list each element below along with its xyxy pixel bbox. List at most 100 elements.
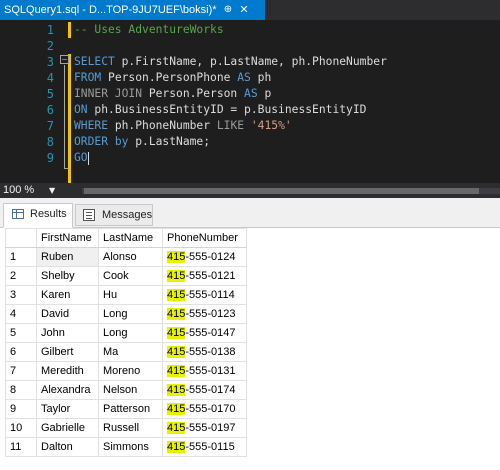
cell-phonenumber[interactable]: 415-555-0174 [162, 380, 247, 400]
match-highlight: 415 [167, 422, 186, 434]
line-number: 3 [46, 55, 54, 69]
match-highlight: 415 [167, 441, 186, 453]
zoom-level[interactable]: 100 % [3, 183, 34, 198]
cell-lastname[interactable]: Nelson [98, 380, 163, 400]
table-row: 6 Gilbert Ma 415-555-0138 [5, 342, 247, 362]
cell-firstname[interactable]: Meredith [36, 361, 99, 381]
sql-expression: p.LastName; [128, 135, 211, 148]
column-header-phonenumber[interactable]: PhoneNumber [162, 228, 247, 248]
row-number[interactable]: 3 [5, 285, 37, 305]
sql-operator: LIKE [216, 119, 245, 132]
pin-icon[interactable]: ⊕ [221, 0, 235, 20]
collapse-icon[interactable]: − [60, 55, 69, 64]
cell-lastname[interactable]: Long [98, 304, 163, 324]
match-highlight: 415 [167, 384, 186, 396]
phone-rest: -555-0170 [185, 403, 236, 415]
phone-rest: -555-0197 [185, 422, 236, 434]
cell-lastname[interactable]: Moreno [98, 361, 163, 381]
chevron-down-icon[interactable]: ▼ [49, 183, 55, 198]
table-row: 11 Dalton Simmons 415-555-0115 [5, 437, 247, 457]
row-number-header[interactable] [5, 228, 37, 248]
horizontal-scrollbar-thumb[interactable] [84, 188, 479, 194]
cell-lastname[interactable]: Long [98, 323, 163, 343]
cell-firstname[interactable]: Alexandra [36, 380, 99, 400]
table-row: 9 Taylor Patterson 415-555-0170 [5, 399, 247, 419]
cell-firstname[interactable]: Ruben [36, 247, 99, 267]
cell-firstname[interactable]: Taylor [36, 399, 99, 419]
phone-rest: -555-0174 [185, 384, 236, 396]
editor-vertical-scrollbar[interactable] [492, 20, 500, 183]
code-lines[interactable]: -- Uses AdventureWorks SELECT p.FirstNam… [74, 22, 387, 166]
line-number: 2 [46, 39, 54, 53]
sql-column: ph.PhoneNumber [108, 119, 217, 132]
column-header-lastname[interactable]: LastName [98, 228, 163, 248]
row-number[interactable]: 5 [5, 323, 37, 343]
match-highlight: 415 [167, 251, 186, 263]
document-tab-title: SQLQuery1.sql - D...TOP-9JU7UEF\boksi)* [4, 4, 217, 16]
cell-firstname[interactable]: Gabrielle [36, 418, 99, 438]
row-number[interactable]: 6 [5, 342, 37, 362]
query-editor[interactable]: 1 2 3 4 5 6 7 8 9 − -- Uses AdventureWor… [0, 20, 500, 183]
tab-results[interactable]: Results [3, 203, 73, 228]
row-number[interactable]: 4 [5, 304, 37, 324]
sql-space [244, 119, 251, 132]
tab-results-label: Results [30, 208, 67, 220]
cell-firstname[interactable]: John [36, 323, 99, 343]
cell-phonenumber[interactable]: 415-555-0115 [162, 437, 247, 457]
cell-phonenumber[interactable]: 415-555-0123 [162, 304, 247, 324]
table-row: 10 Gabrielle Russell 415-555-0197 [5, 418, 247, 438]
sql-keyword: WHERE [74, 119, 109, 132]
cell-phonenumber[interactable]: 415-555-0147 [162, 323, 247, 343]
cell-phonenumber[interactable]: 415-555-0121 [162, 266, 247, 286]
editor-margin [0, 20, 24, 183]
line-number: 5 [46, 87, 54, 101]
phone-rest: -555-0138 [185, 346, 236, 358]
code-line-6: ON ph.BusinessEntityID = p.BusinessEntit… [74, 102, 387, 118]
cell-firstname[interactable]: David [36, 304, 99, 324]
cell-phonenumber[interactable]: 415-555-0131 [162, 361, 247, 381]
cell-phonenumber[interactable]: 415-555-0138 [162, 342, 247, 362]
cell-lastname[interactable]: Russell [98, 418, 163, 438]
cell-lastname[interactable]: Alonso [98, 247, 163, 267]
cell-firstname[interactable]: Gilbert [36, 342, 99, 362]
tab-messages[interactable]: Messages [75, 204, 153, 226]
row-number[interactable]: 11 [5, 437, 37, 457]
row-number[interactable]: 7 [5, 361, 37, 381]
column-header-firstname[interactable]: FirstName [36, 228, 99, 248]
cell-firstname[interactable]: Shelby [36, 266, 99, 286]
line-number: 6 [46, 103, 54, 117]
cell-phonenumber[interactable]: 415-555-0124 [162, 247, 247, 267]
table-row: 7 Meredith Moreno 415-555-0131 [5, 361, 247, 381]
match-highlight: 415 [167, 327, 186, 339]
cell-firstname[interactable]: Dalton [36, 437, 99, 457]
text-caret [87, 151, 89, 165]
code-line-1: -- Uses AdventureWorks [74, 22, 387, 38]
change-indicator [68, 54, 71, 183]
cell-firstname[interactable]: Karen [36, 285, 99, 305]
document-tab[interactable]: SQLQuery1.sql - D...TOP-9JU7UEF\boksi)* … [0, 0, 265, 20]
sql-keyword: by [108, 135, 129, 148]
row-number[interactable]: 9 [5, 399, 37, 419]
cell-phonenumber[interactable]: 415-555-0170 [162, 399, 247, 419]
row-number[interactable]: 2 [5, 266, 37, 286]
document-tab-bar: SQLQuery1.sql - D...TOP-9JU7UEF\boksi)* … [0, 0, 500, 20]
sql-keyword: ON [74, 103, 88, 116]
sql-expression: ph.BusinessEntityID = p.BusinessEntityID [87, 103, 367, 116]
cell-lastname[interactable]: Patterson [98, 399, 163, 419]
row-number[interactable]: 8 [5, 380, 37, 400]
close-icon[interactable]: ✕ [237, 0, 251, 20]
cell-lastname[interactable]: Simmons [98, 437, 163, 457]
row-number[interactable]: 10 [5, 418, 37, 438]
cell-lastname[interactable]: Cook [98, 266, 163, 286]
table-row: 4 David Long 415-555-0123 [5, 304, 247, 324]
cell-lastname[interactable]: Ma [98, 342, 163, 362]
cell-phonenumber[interactable]: 415-555-0114 [162, 285, 247, 305]
fold-guide [64, 65, 65, 169]
cell-phonenumber[interactable]: 415-555-0197 [162, 418, 247, 438]
line-numbers: 1 2 3 4 5 6 7 8 9 [24, 22, 56, 166]
cell-lastname[interactable]: Hu [98, 285, 163, 305]
tab-messages-label: Messages [102, 209, 153, 221]
row-number[interactable]: 1 [5, 247, 37, 267]
phone-rest: -555-0124 [185, 251, 236, 263]
results-grid[interactable]: FirstName LastName PhoneNumber 1 Ruben A… [0, 228, 500, 470]
